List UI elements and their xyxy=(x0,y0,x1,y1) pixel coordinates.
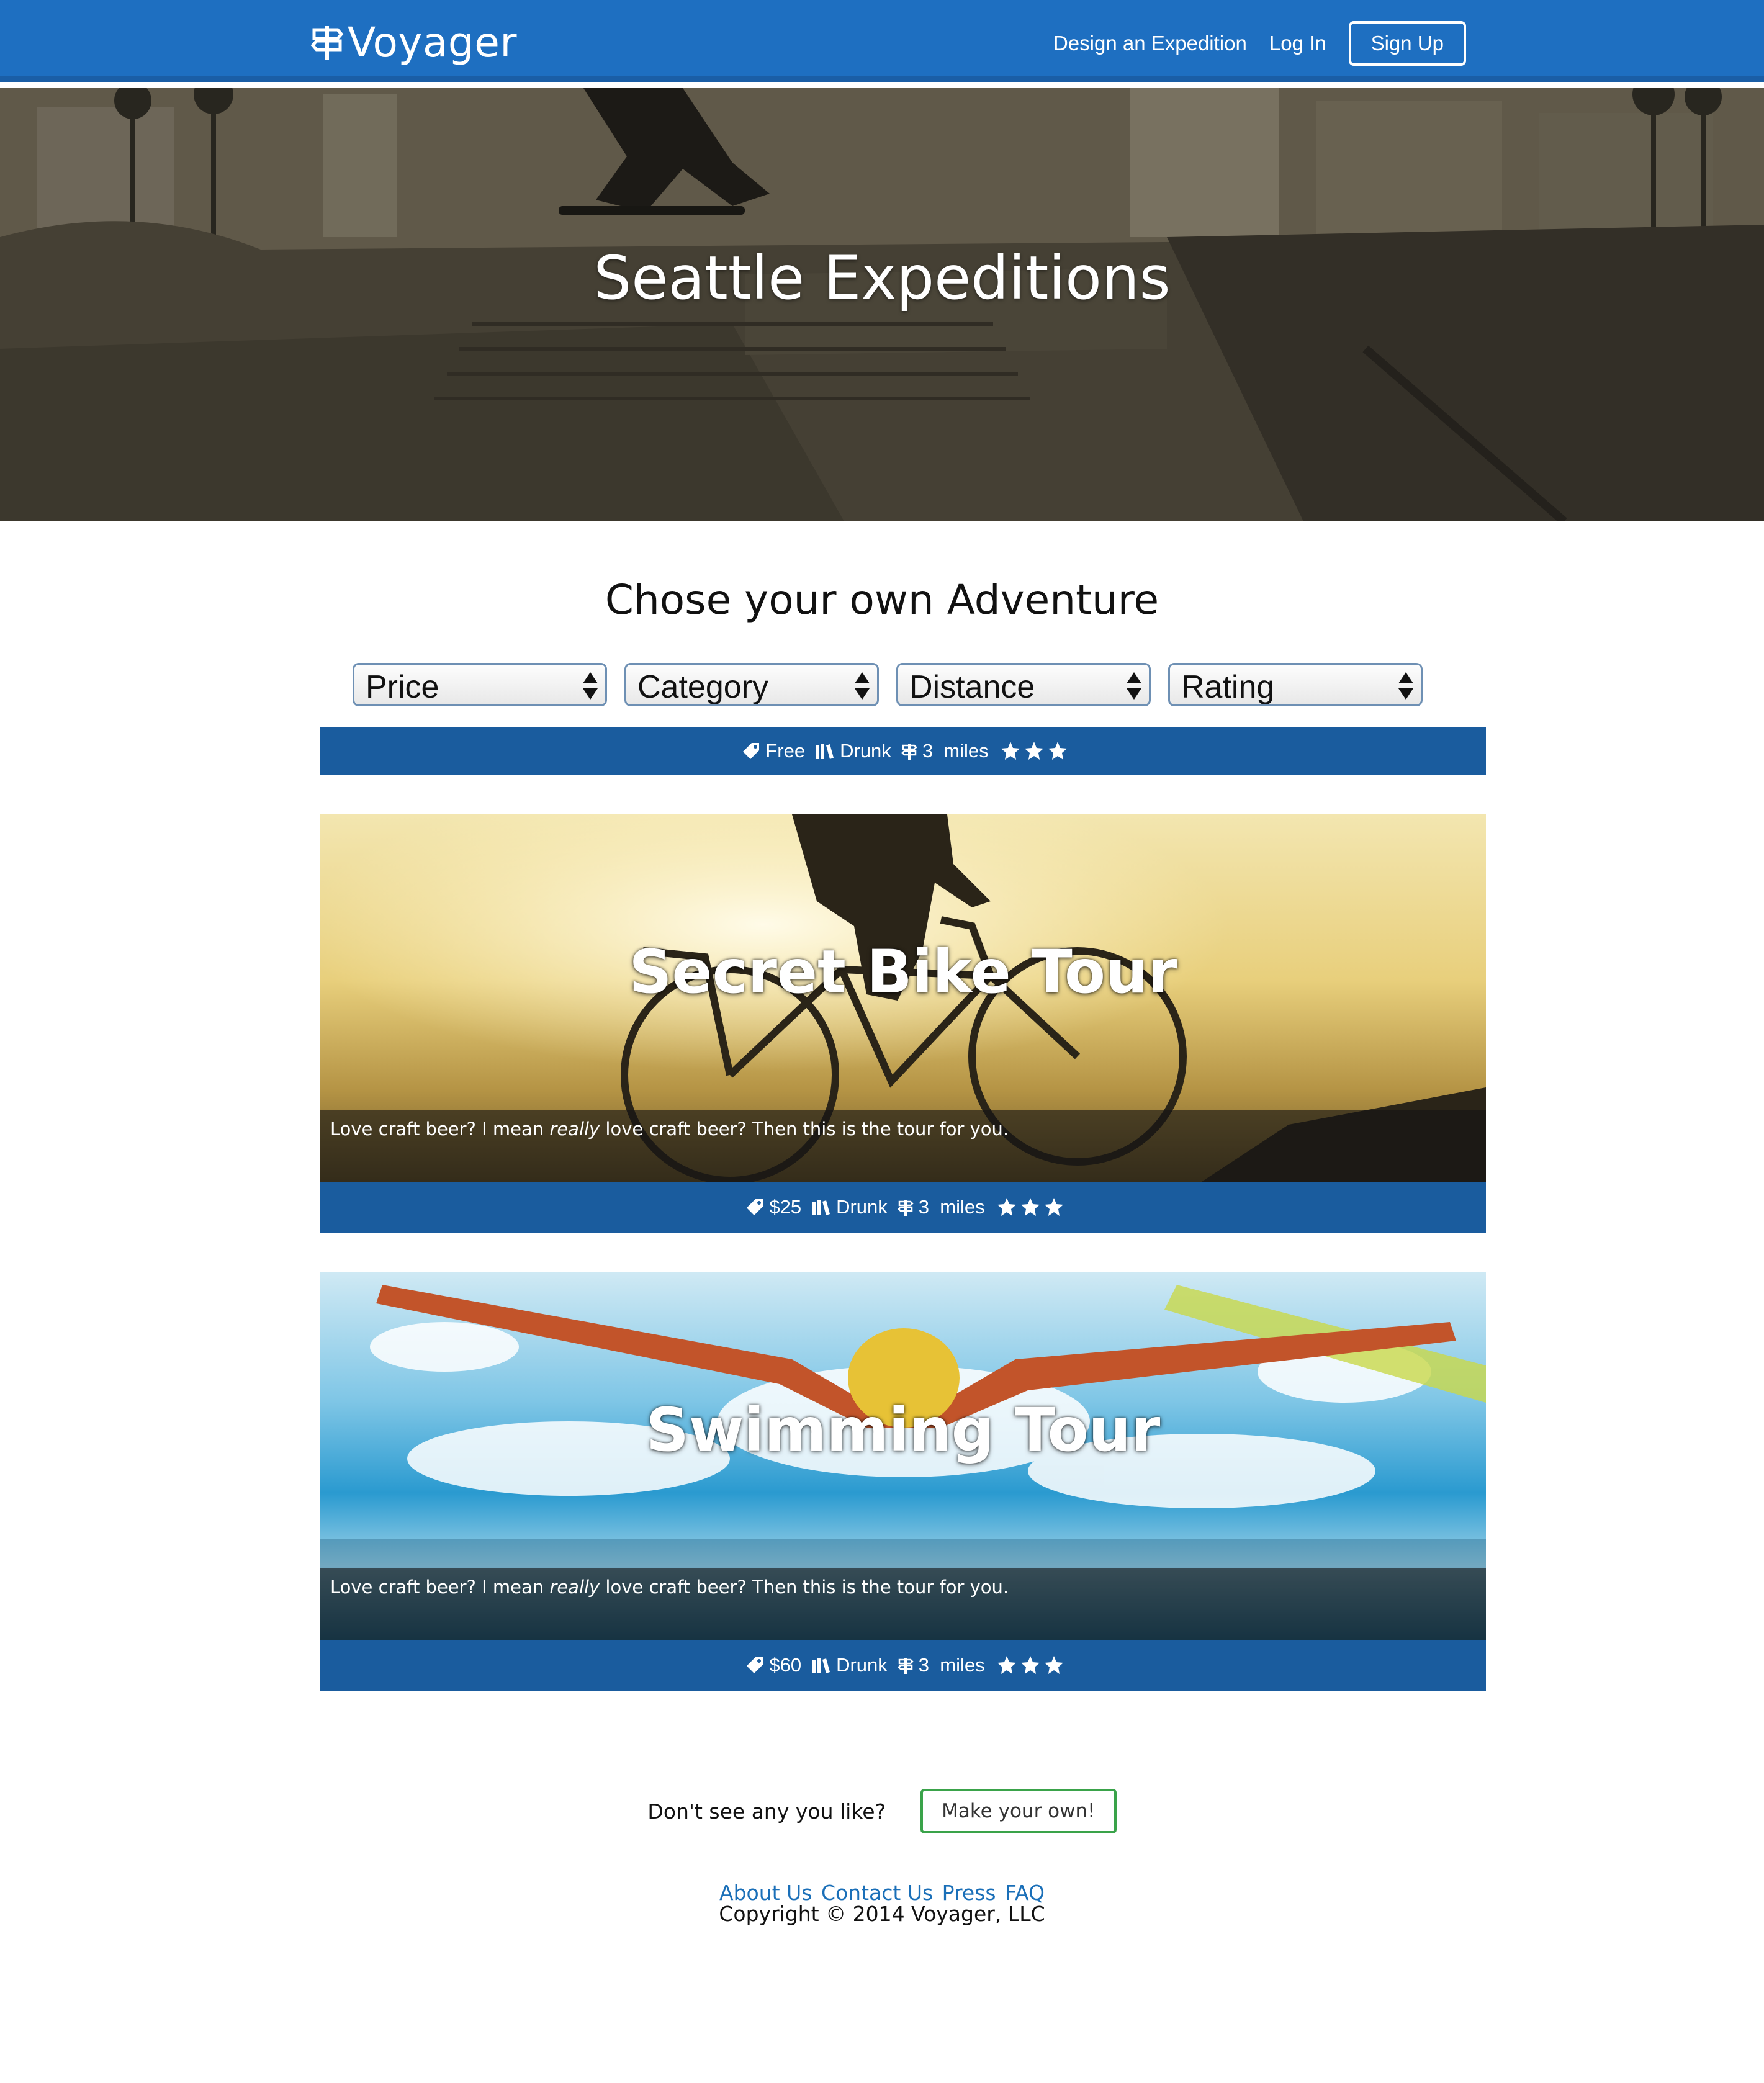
star-icon xyxy=(1048,742,1067,760)
hero-banner: Seattle Expeditions xyxy=(0,88,1764,521)
make-your-own-button[interactable]: Make your own! xyxy=(920,1789,1117,1833)
signpost-icon xyxy=(901,744,917,760)
desc-text: Love craft beer? I mean xyxy=(330,1577,550,1598)
tag-icon xyxy=(743,743,760,759)
category-info: Drunk xyxy=(815,740,891,762)
star-icon xyxy=(1044,1198,1063,1216)
card-info-bar[interactable]: $25 Drunk 3 miles xyxy=(320,1182,1486,1233)
featured-info-bar[interactable]: Free Drunk 3 miles xyxy=(320,727,1486,775)
card-description: Love craft beer? I mean really love craf… xyxy=(320,1110,1486,1182)
star-icon xyxy=(1044,1656,1063,1674)
price-info: $25 xyxy=(745,1196,801,1218)
rating-stars xyxy=(995,1197,1066,1217)
category-info: Drunk xyxy=(811,1654,888,1676)
filter-bar: Price Category Distance Rating xyxy=(353,663,1423,706)
star-icon xyxy=(997,1656,1016,1674)
signpost-icon xyxy=(898,1658,914,1674)
desc-text: love craft beer? Then this is the tour f… xyxy=(600,1118,1009,1140)
distance-unit: miles xyxy=(943,740,989,762)
select-arrows-icon xyxy=(583,672,598,700)
rating-stars xyxy=(999,741,1069,761)
distance-filter-label: Distance xyxy=(909,669,1035,705)
signpost-icon xyxy=(898,1200,914,1216)
price-text: $25 xyxy=(769,1196,802,1218)
desc-emphasis: really xyxy=(549,1118,600,1140)
card-title: Secret Bike Tour xyxy=(629,937,1177,1007)
signup-button[interactable]: Sign Up xyxy=(1348,21,1466,66)
price-info: Free xyxy=(742,740,805,762)
signpost-icon xyxy=(310,26,344,60)
distance-info: 3 miles xyxy=(901,740,989,762)
star-icon xyxy=(1001,742,1020,760)
star-icon xyxy=(997,1198,1016,1216)
rating-filter-label: Rating xyxy=(1181,669,1275,705)
distance-value: 3 xyxy=(922,740,934,762)
price-text: Free xyxy=(765,740,806,762)
star-icon xyxy=(1020,1656,1040,1674)
select-arrows-icon xyxy=(1398,672,1413,700)
price-filter-label: Price xyxy=(366,669,439,705)
distance-unit: miles xyxy=(940,1196,985,1218)
desc-emphasis: really xyxy=(549,1577,600,1598)
brand-name: Voyager xyxy=(348,18,518,66)
login-link[interactable]: Log In xyxy=(1269,32,1326,55)
card-info-bar[interactable]: $60 Drunk 3 miles xyxy=(320,1640,1486,1691)
distance-value: 3 xyxy=(918,1654,930,1676)
section-title: Chose your own Adventure xyxy=(605,576,1159,624)
star-icon xyxy=(1024,742,1043,760)
category-filter-select[interactable]: Category xyxy=(624,663,879,706)
make-your-own-row: Don't see any you like? Make your own! xyxy=(0,1789,1764,1833)
select-arrows-icon xyxy=(855,672,870,700)
tag-icon xyxy=(747,1199,763,1215)
hero-title: Seattle Expeditions xyxy=(593,243,1171,313)
expedition-card[interactable]: Secret Bike Tour Love craft beer? I mean… xyxy=(320,814,1486,1182)
copyright-text: Copyright © 2014 Voyager, LLC xyxy=(719,1902,1045,1926)
books-icon xyxy=(812,1200,830,1215)
nav-links: Design an Expedition Log In Sign Up xyxy=(1031,21,1466,66)
distance-value: 3 xyxy=(918,1196,930,1218)
distance-filter-select[interactable]: Distance xyxy=(896,663,1151,706)
price-filter-select[interactable]: Price xyxy=(353,663,607,706)
price-info: $60 xyxy=(745,1654,801,1676)
category-text: Drunk xyxy=(840,740,891,762)
select-arrows-icon xyxy=(1127,672,1141,700)
price-text: $60 xyxy=(769,1654,802,1676)
card-description: Love craft beer? I mean really love craf… xyxy=(320,1568,1486,1640)
category-info: Drunk xyxy=(811,1196,888,1218)
card-title: Swimming Tour xyxy=(646,1395,1161,1465)
rating-stars xyxy=(995,1655,1066,1675)
category-text: Drunk xyxy=(836,1654,888,1676)
navbar: Voyager Design an Expedition Log In Sign… xyxy=(0,0,1764,82)
desc-text: love craft beer? Then this is the tour f… xyxy=(600,1577,1009,1598)
distance-unit: miles xyxy=(940,1654,985,1676)
books-icon xyxy=(816,744,834,759)
brand-logo[interactable]: Voyager xyxy=(310,17,517,67)
distance-info: 3 miles xyxy=(898,1654,985,1676)
design-expedition-link[interactable]: Design an Expedition xyxy=(1053,32,1247,55)
expedition-card[interactable]: Swimming Tour Love craft beer? I mean re… xyxy=(320,1272,1486,1640)
category-filter-label: Category xyxy=(637,669,768,705)
books-icon xyxy=(812,1658,830,1673)
distance-info: 3 miles xyxy=(898,1196,985,1218)
desc-text: Love craft beer? I mean xyxy=(330,1118,550,1140)
star-icon xyxy=(1020,1198,1040,1216)
rating-filter-select[interactable]: Rating xyxy=(1168,663,1423,706)
category-text: Drunk xyxy=(836,1196,888,1218)
cta-prompt: Don't see any you like? xyxy=(647,1799,886,1824)
tag-icon xyxy=(747,1657,763,1673)
